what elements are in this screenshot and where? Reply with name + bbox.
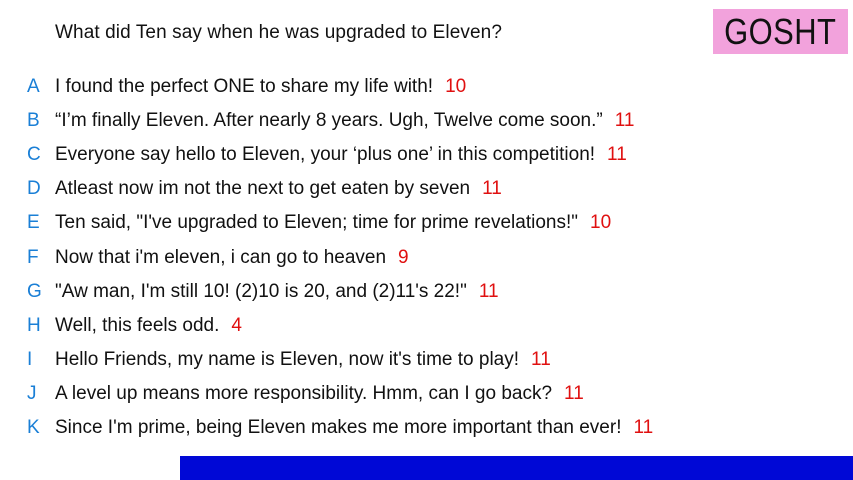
answer-body: “I’m finally Eleven. After nearly 8 year…: [55, 110, 603, 132]
list-item: C Everyone say hello to Eleven, your ‘plu…: [0, 138, 853, 172]
answer-body: "Aw man, I'm still 10! (2)10 is 20, and …: [55, 280, 467, 302]
list-item: H Well, this feels odd. 4: [0, 309, 853, 343]
answer-letter: C: [27, 144, 41, 166]
answer-body: A level up means more responsibility. Hm…: [55, 382, 553, 404]
answer-text: Atleast now im not the next to get eaten…: [55, 178, 502, 200]
answer-letter: D: [27, 178, 41, 200]
answer-text: I found the perfect ONE to share my life…: [55, 76, 466, 98]
answer-score: 11: [614, 110, 635, 132]
list-item: E Ten said, "I've upgraded to Eleven; tim…: [0, 206, 853, 240]
answer-letter: F: [27, 246, 39, 268]
answer-text: A level up means more responsibility. Hm…: [55, 383, 584, 405]
answer-body: I found the perfect ONE to share my life…: [55, 76, 434, 98]
answer-body: Everyone say hello to Eleven, your ‘plus…: [55, 144, 596, 166]
answer-score: 11: [482, 178, 502, 200]
question-text: What did Ten say when he was upgraded to…: [55, 22, 503, 43]
answer-text: "Aw man, I'm still 10! (2)10 is 20, and …: [55, 281, 499, 303]
list-item: G "Aw man, I'm still 10! (2)10 is 20, and…: [0, 275, 853, 309]
answer-letter: E: [27, 212, 40, 234]
list-item: F Now that i'm eleven, i can go to heaven…: [0, 240, 853, 274]
answer-body: Hello Friends, my name is Eleven, now it…: [55, 348, 520, 370]
answer-score: 11: [478, 280, 499, 302]
answer-body: Ten said, "I've upgraded to Eleven; time…: [55, 212, 578, 234]
list-item: A I found the perfect ONE to share my lif…: [0, 70, 853, 104]
answer-list: A I found the perfect ONE to share my lif…: [0, 70, 853, 445]
list-item: D Atleast now im not the next to get eate…: [0, 172, 853, 206]
answer-letter: H: [27, 314, 41, 336]
answer-text: Everyone say hello to Eleven, your ‘plus…: [55, 144, 627, 166]
answer-score: 10: [590, 212, 612, 234]
answer-body: Now that i'm eleven, i can go to heaven: [55, 246, 387, 268]
answer-letter: B: [27, 110, 40, 132]
answer-text: Hello Friends, my name is Eleven, now it…: [55, 349, 551, 371]
answer-text: “I’m finally Eleven. After nearly 8 year…: [55, 110, 634, 132]
answer-text: Since I'm prime, being Eleven makes me m…: [55, 417, 653, 439]
answer-score: 11: [633, 416, 654, 438]
answer-score: 9: [398, 246, 409, 268]
answer-text: Now that i'm eleven, i can go to heaven 9: [55, 247, 409, 269]
answer-letter: K: [27, 416, 40, 438]
answer-body: Since I'm prime, being Eleven makes me m…: [55, 416, 622, 438]
answer-body: Atleast now im not the next to get eaten…: [55, 178, 471, 200]
list-item: K Since I'm prime, being Eleven makes me …: [0, 411, 853, 445]
answer-score: 11: [607, 144, 627, 166]
list-item: J A level up means more responsibility. H…: [0, 377, 853, 411]
answer-letter: G: [27, 280, 42, 302]
answer-body: Well, this feels odd.: [55, 314, 220, 336]
answer-score: 10: [445, 76, 467, 98]
answer-letter: A: [27, 76, 40, 98]
answer-score: 4: [231, 314, 242, 336]
answer-score: 11: [531, 348, 551, 370]
answer-text: Ten said, "I've upgraded to Eleven; time…: [55, 212, 611, 234]
answer-letter: J: [27, 382, 37, 404]
list-item: B “I’m finally Eleven. After nearly 8 ye…: [0, 104, 853, 138]
brand-logo: GOSHT: [713, 9, 848, 54]
answer-letter: I: [27, 348, 33, 370]
list-item: I Hello Friends, my name is Eleven, now i…: [0, 343, 853, 377]
answer-text: Well, this feels odd. 4: [55, 315, 242, 337]
bottom-bar: [180, 456, 853, 480]
brand-logo-text: GOSHT: [724, 10, 837, 52]
answer-score: 11: [564, 382, 584, 404]
